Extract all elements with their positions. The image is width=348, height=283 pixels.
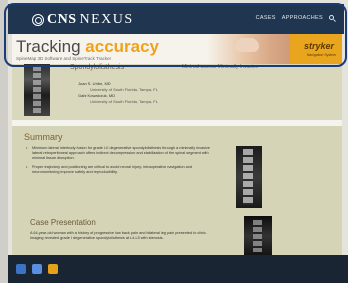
spine-mri-image[interactable]: [236, 146, 262, 208]
summary-heading: Summary: [24, 132, 63, 142]
summary-list: Minimum lateral interbody fusion for gra…: [26, 146, 216, 178]
browser-icon[interactable]: [32, 264, 42, 274]
author-list: Juan S. Uribe, MD University of South Fl…: [78, 81, 158, 105]
header-band: [12, 64, 342, 120]
author-affiliation: University of South Florida, Tampa, FL: [90, 99, 158, 104]
summary-point: Proper trajectory and positioning are cr…: [26, 165, 216, 175]
taskbar: [8, 255, 348, 283]
start-icon[interactable]: [16, 264, 26, 274]
summary-point: Minimum lateral interbody fusion for gra…: [26, 146, 216, 162]
screen: CNS NEXUS CASES APPROACHES Tracking accu…: [0, 0, 348, 283]
case-text: A 64-year-old woman with a history of pr…: [30, 231, 207, 240]
xray-image[interactable]: [24, 64, 50, 116]
highlight-ring: [4, 3, 347, 67]
case-heading: Case Presentation: [30, 218, 96, 227]
case-image[interactable]: [244, 216, 272, 256]
folder-icon[interactable]: [48, 264, 58, 274]
